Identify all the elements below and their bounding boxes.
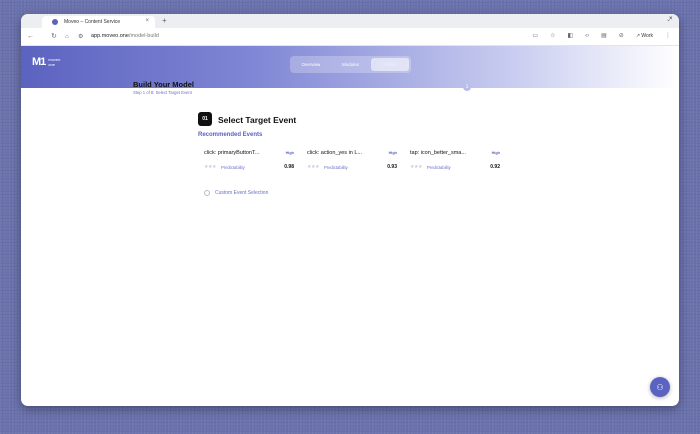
metric-label: Predictability bbox=[221, 164, 245, 170]
cast-icon[interactable]: ▭ bbox=[532, 32, 538, 39]
app-header: M1 moveo one Overview Modules Models bbox=[21, 46, 679, 88]
event-card[interactable]: click: primaryButtonT... High ★★★ Predic… bbox=[204, 150, 294, 172]
extensions-icon[interactable]: ◧ bbox=[567, 32, 573, 39]
event-name: click: primaryButtonT... bbox=[204, 150, 260, 156]
back-icon[interactable]: ← bbox=[27, 33, 34, 41]
logo[interactable]: M1 moveo one bbox=[32, 56, 60, 68]
radio-icon[interactable] bbox=[204, 190, 210, 196]
page-subtitle: Step 1 of 8: Select Target Event bbox=[133, 90, 192, 95]
reload-icon[interactable]: ↻ bbox=[51, 33, 57, 41]
event-name: tap: icon_better_sma... bbox=[410, 150, 466, 156]
custom-event-label: Custom Event Selection bbox=[215, 190, 269, 196]
browser-window: Moveo – Content Service × + ⌄ ← ↻ ⌂ ⚙ ap… bbox=[21, 14, 679, 406]
event-card[interactable]: tap: icon_better_sma... High ★★★ Predict… bbox=[410, 150, 500, 172]
window-close-icon[interactable]: × bbox=[669, 16, 695, 22]
new-tab-button[interactable]: + bbox=[162, 16, 167, 26]
link-icon[interactable]: ⊘ bbox=[619, 32, 624, 39]
score: 0.92 bbox=[490, 164, 500, 170]
favicon-icon bbox=[52, 19, 58, 25]
share-icon: ⚇ bbox=[656, 382, 664, 392]
devtools-icon[interactable]: ‹› bbox=[585, 33, 589, 39]
home-icon[interactable]: ⌂ bbox=[65, 33, 69, 41]
event-card[interactable]: click: action_yes in L... High ★★★ Predi… bbox=[307, 150, 397, 172]
assistant-button[interactable]: ⚇ bbox=[650, 377, 670, 397]
rating-stars-icon: ★★★ bbox=[204, 164, 216, 170]
bookmark-icon[interactable]: ☆ bbox=[550, 32, 555, 39]
segment-models[interactable]: Models bbox=[371, 58, 410, 71]
url-path: /model-build bbox=[128, 33, 159, 39]
sidebar-icon[interactable]: ▤ bbox=[601, 32, 607, 39]
step-badge: 01 bbox=[198, 112, 212, 126]
custom-event-option[interactable]: Custom Event Selection bbox=[204, 190, 268, 196]
score: 0.98 bbox=[284, 164, 294, 170]
tab-title: Moveo – Content Service bbox=[64, 19, 121, 25]
url-field[interactable]: app.moveo.one/model-build bbox=[91, 33, 159, 39]
score: 0.93 bbox=[387, 164, 397, 170]
segment-modules[interactable]: Modules bbox=[332, 58, 370, 71]
rating-stars-icon: ★★★ bbox=[307, 164, 319, 170]
level-badge: High bbox=[388, 151, 397, 155]
tab-bar: Moveo – Content Service × + ⌄ bbox=[21, 14, 679, 28]
recommended-title: Recommended Events bbox=[198, 132, 263, 138]
toolbar-icons: ▭ ☆ ◧ ‹› ▤ ⊘ ↗ Work ⋮ bbox=[532, 32, 671, 40]
segment-overview[interactable]: Overview bbox=[292, 58, 330, 71]
profile-button[interactable]: ↗ Work bbox=[636, 33, 653, 39]
logo-text: moveo one bbox=[48, 57, 60, 67]
rating-stars-icon: ★★★ bbox=[410, 164, 422, 170]
address-bar: ← ↻ ⌂ ⚙ app.moveo.one/model-build ▭ ☆ ◧ … bbox=[21, 28, 679, 46]
metric-label: Predictability bbox=[427, 164, 451, 170]
level-badge: High bbox=[285, 151, 294, 155]
section-title: Select Target Event bbox=[218, 115, 297, 125]
section-switcher: Overview Modules Models bbox=[290, 56, 411, 73]
menu-icon[interactable]: ⋮ bbox=[665, 32, 671, 39]
logo-mark: M1 bbox=[32, 56, 46, 68]
metric-label: Predictability bbox=[324, 164, 348, 170]
logo-text-2: one bbox=[48, 62, 55, 67]
level-badge: High bbox=[491, 151, 500, 155]
event-name: click: action_yes in L... bbox=[307, 150, 363, 156]
close-tab-icon[interactable]: × bbox=[145, 18, 149, 24]
browser-tab[interactable]: Moveo – Content Service × bbox=[42, 16, 155, 28]
profile-label: Work bbox=[641, 32, 653, 39]
page-title: Build Your Model bbox=[133, 80, 194, 89]
site-info-icon[interactable]: ⚙ bbox=[78, 33, 83, 41]
step-indicator[interactable]: 1 bbox=[463, 83, 471, 91]
url-domain: app.moveo.one bbox=[91, 33, 129, 39]
